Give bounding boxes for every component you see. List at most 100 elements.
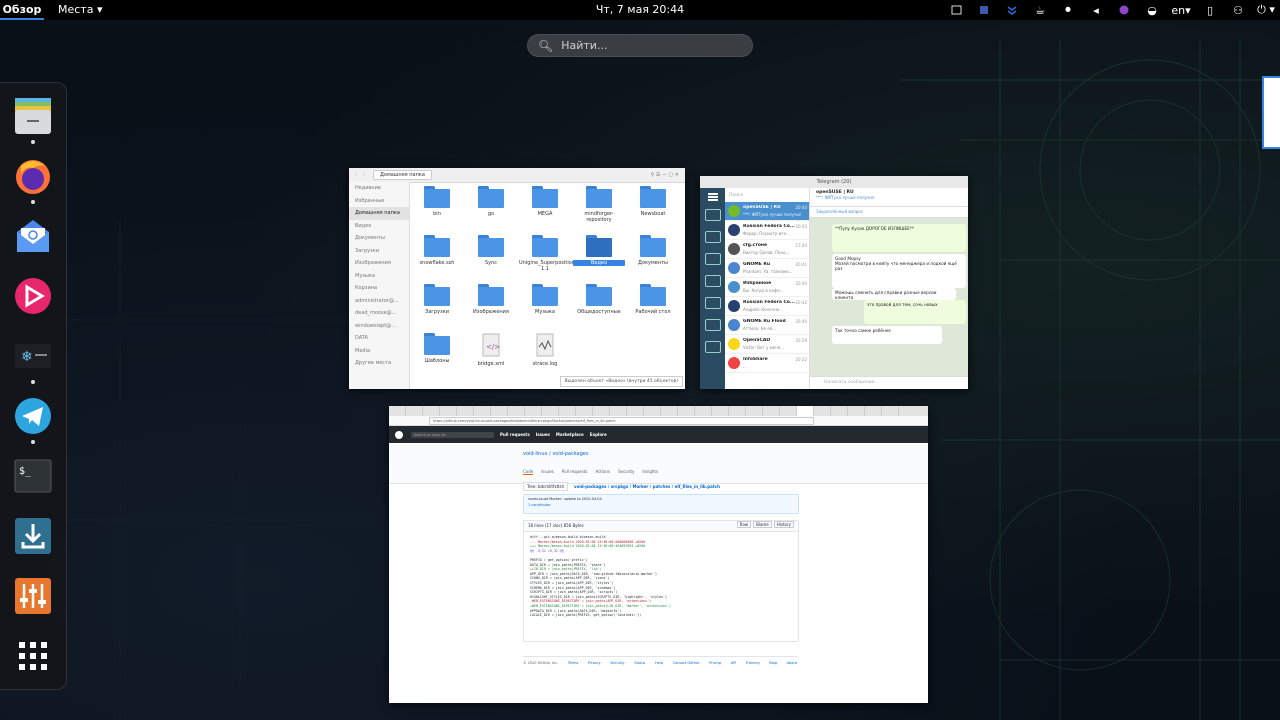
browser-tab[interactable] (797, 406, 814, 416)
browser-tab[interactable] (559, 406, 576, 416)
terminal-icon[interactable]: $_ (12, 455, 54, 497)
file-item[interactable]: snowflake.ssh (411, 235, 463, 266)
chat-list-item[interactable]: cfg.стоне 17:44 Виктор Орлов: Пено... (725, 240, 809, 259)
gh-nav-explore[interactable]: Explore (590, 432, 607, 437)
folder-icon[interactable] (704, 341, 721, 353)
files-sidebar-item[interactable]: Другие места (349, 357, 409, 370)
repo-tab-actions[interactable]: Actions (595, 469, 610, 475)
url-bar[interactable]: https://github.com/void-linux/void-packa… (429, 416, 814, 425)
file-item[interactable]: Newsboat (627, 186, 679, 217)
chat-list-item[interactable]: Russian Fedora Co... 20:42 Андрей: Конечно… (725, 297, 809, 316)
back-icon[interactable]: ‹ (355, 172, 357, 178)
browser-tab[interactable] (491, 406, 508, 416)
power-icon[interactable]: ⏻ ▾ (1252, 0, 1280, 20)
browser-tab[interactable] (440, 406, 457, 416)
browser-tab[interactable] (542, 406, 559, 416)
browser-tab[interactable] (508, 406, 525, 416)
wifi-icon[interactable]: ◒ (1138, 0, 1166, 20)
coffee-icon[interactable]: ☕ (1026, 0, 1054, 20)
file-item[interactable]: Шаблоны (411, 333, 463, 364)
mail-icon[interactable] (12, 215, 54, 257)
app-grid-icon[interactable] (12, 635, 54, 677)
files-sidebar-item[interactable]: Недавние (349, 182, 409, 195)
gh-nav-marketplace[interactable]: Marketplace (556, 432, 584, 437)
files-window[interactable]: ‹ › Домашняя папка ⚲ ☰ — ▢ ✕ Недавние Изб… (349, 168, 685, 389)
footer-link[interactable]: Security (610, 661, 624, 665)
media-record-icon[interactable]: ⏺ (1054, 0, 1082, 20)
raw-button[interactable]: Raw (736, 521, 752, 528)
places-menu[interactable]: Места ▾ (58, 3, 103, 16)
file-item[interactable]: </> bridge.xml (465, 333, 517, 367)
footer-link[interactable]: API (731, 661, 737, 665)
github-logo-icon[interactable] (395, 430, 403, 439)
files-sidebar-item[interactable]: DATA (349, 332, 409, 345)
browser-tab[interactable] (661, 406, 678, 416)
files-sidebar-item[interactable]: Видео (349, 220, 409, 233)
github-search-input[interactable]: Search or jump to... (411, 431, 494, 438)
browser-tab[interactable] (712, 406, 729, 416)
browser-tab[interactable] (695, 406, 712, 416)
firefox-icon[interactable] (12, 155, 54, 197)
files-sidebar-item[interactable]: Изображения (349, 257, 409, 270)
footer-link[interactable]: Blog (769, 661, 777, 665)
browser-tab[interactable] (831, 406, 848, 416)
footer-link[interactable]: Pricing (709, 661, 721, 665)
browser-tab[interactable] (882, 406, 899, 416)
folder-icon[interactable] (704, 231, 721, 243)
files-sidebar-item[interactable]: Музыка (349, 270, 409, 283)
file-item[interactable]: Unigine_Superposition-1.1 (519, 235, 577, 272)
footer-link[interactable]: Help (655, 661, 663, 665)
browser-tab[interactable] (865, 406, 882, 416)
file-item[interactable]: Рабочий стол (627, 284, 679, 315)
browser-tab[interactable] (457, 406, 474, 416)
footer-link[interactable]: Privacy (588, 661, 601, 665)
gh-nav-pulls[interactable]: Pull requests (500, 432, 530, 437)
files-sidebar-item[interactable]: Избранные (349, 195, 409, 208)
browser-tab[interactable] (423, 406, 440, 416)
menu-icon[interactable] (707, 193, 718, 195)
chat-list-item[interactable]: Избранное 20:40 Вы: Когда в кафе... (725, 278, 809, 297)
files-sidebar-item[interactable]: windowslapt@... (349, 320, 409, 333)
file-item[interactable]: Видео (573, 235, 625, 266)
file-breadcrumb[interactable]: void-packages / srcpkgs / Marker / patch… (574, 484, 720, 489)
browser-tab[interactable] (610, 406, 627, 416)
search-input[interactable]: 🔍︎ Найти... (527, 34, 753, 57)
download-manager-icon[interactable] (12, 515, 54, 557)
footer-link[interactable]: About (787, 661, 797, 665)
file-item[interactable]: Общедоступные (573, 284, 625, 315)
footer-link[interactable]: Contact GitHub (673, 661, 700, 665)
files-sidebar-item[interactable]: administrator@... (349, 295, 409, 308)
blame-button[interactable]: Blame (753, 521, 772, 528)
branch-selector[interactable]: Tree: bdcmlitfxtlsh (523, 482, 568, 491)
history-button[interactable]: History (773, 521, 794, 528)
browser-window[interactable]: https://github.com/void-linux/void-packa… (389, 406, 928, 703)
chat-list-item[interactable]: GNOME Ru 20:41 Phantom: Уа, толкамо... (725, 259, 809, 278)
footer-link[interactable]: Training (746, 661, 760, 665)
activities-button[interactable]: Обзор (0, 0, 44, 20)
music-player-icon[interactable] (12, 275, 54, 317)
snowflake-ssh-icon[interactable]: ❄ (12, 335, 54, 377)
files-app-icon[interactable] (12, 95, 54, 137)
dropbox-icon[interactable] (998, 0, 1026, 20)
chat-list-item[interactable]: openSUSE | RU 20:44 ***: ФЙТуна лучше полу… (725, 202, 809, 221)
commit-message[interactable]: nodal.ssuat Marker: update to 2020.04.04 (524, 495, 798, 503)
pinned-message[interactable]: Закреплённый вопрос (810, 207, 968, 218)
chat-list-item[interactable]: InfoShare 20:22... (725, 354, 809, 373)
folder-icon[interactable] (704, 319, 721, 331)
indicator-blue-icon[interactable] (970, 0, 998, 20)
file-item[interactable]: Sync (465, 235, 517, 266)
app-indicator-icon[interactable] (1110, 0, 1138, 20)
telegram-icon[interactable] (12, 395, 54, 437)
folder-icon[interactable] (704, 253, 721, 265)
files-sidebar-item[interactable]: Домашняя папка (349, 207, 409, 220)
file-item[interactable]: Загрузки (411, 284, 463, 315)
browser-tab[interactable] (848, 406, 865, 416)
gh-nav-issues[interactable]: Issues (536, 432, 550, 437)
phone-icon[interactable]: ▯ (1196, 0, 1224, 20)
browser-tab[interactable] (814, 406, 831, 416)
back-media-icon[interactable]: ◂ (1082, 0, 1110, 20)
chat-list-item[interactable]: OpenSCAD 20:29 Victor: Вот у меня... (725, 335, 809, 354)
browser-tab[interactable] (763, 406, 780, 416)
path-bar[interactable]: Домашняя папка (373, 170, 432, 180)
browser-tab[interactable] (729, 406, 746, 416)
